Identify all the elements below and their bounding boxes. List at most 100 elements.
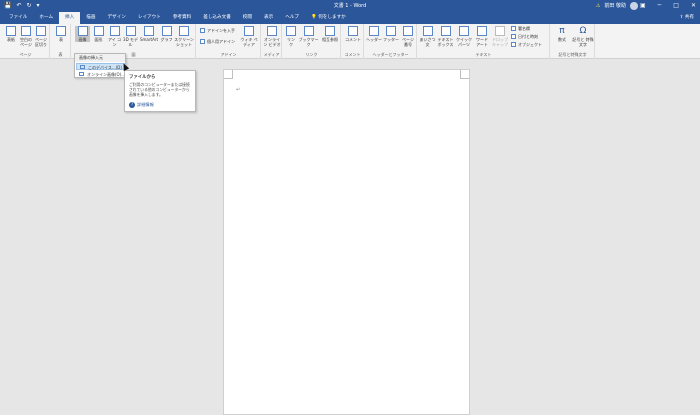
comment-icon (348, 26, 358, 36)
header-button[interactable]: ヘッダー (366, 26, 382, 42)
tab-review[interactable]: 校閲 (237, 12, 258, 24)
tab-help[interactable]: ヘルプ (279, 12, 305, 24)
quick-parts-button[interactable]: クイック パーツ (455, 26, 473, 47)
online-video-button[interactable]: オンライン ビデオ (263, 26, 281, 47)
bookmark-button[interactable]: ブックマーク (298, 26, 319, 47)
shapes-button[interactable]: 図形 (91, 26, 106, 42)
cube-icon (125, 26, 136, 36)
wikipedia-icon (244, 26, 254, 36)
get-addins-button[interactable]: アドインを入手 (200, 28, 235, 34)
camera-icon (179, 26, 189, 36)
greeting-icon (422, 26, 433, 36)
my-addins-button[interactable]: 個人用アドイン (200, 39, 235, 45)
online-picture-icon (79, 72, 84, 76)
group-text: あいさつ 文 テキスト ボックス クイック パーツ ワード アート ドロップ キ… (418, 24, 550, 59)
group-label: コメント (344, 52, 361, 57)
avatar[interactable] (630, 2, 638, 10)
drop-cap-button[interactable]: ドロップ キャップ (491, 26, 509, 47)
tab-insert[interactable]: 挿入 (59, 12, 81, 24)
tab-design[interactable]: デザイン (101, 12, 131, 24)
bookmark-icon (303, 26, 314, 36)
table-button[interactable]: 表 (54, 26, 68, 42)
crop-mark (460, 70, 469, 79)
share-button[interactable]: ⇪ 共有 (679, 14, 694, 20)
calendar-icon (511, 34, 516, 39)
screenshot-button[interactable]: スクリーン ショット (174, 26, 194, 47)
group-links: リン ク ブックマーク 相互参照 リンク (283, 24, 341, 59)
group-symbols: π 数式 Ω 記号と 特殊文字 記号と特殊文字 (551, 24, 595, 59)
shapes-icon (93, 26, 104, 36)
header-icon (369, 26, 379, 36)
icons-button[interactable]: アイ コン (107, 26, 122, 47)
footer-button[interactable]: フッター (383, 26, 399, 42)
user-name: 前田 敬助 (604, 3, 626, 9)
page-number-icon (403, 26, 413, 36)
comment-button[interactable]: コメント (343, 26, 363, 42)
tab-view[interactable]: 表示 (258, 12, 279, 24)
group-header-footer: ヘッダー フッター ページ 番号 ヘッダーとフッター (365, 24, 417, 59)
smartart-icon (144, 26, 154, 36)
wikipedia-button[interactable]: ウィキ ペディア (240, 26, 258, 47)
drop-cap-icon (495, 26, 505, 36)
tab-draw[interactable]: 描画 (80, 12, 101, 24)
text-box-button[interactable]: テキスト ボックス (437, 26, 454, 47)
document-page[interactable]: ↵ (223, 69, 470, 415)
cover-page-button[interactable]: 表紙 (4, 26, 18, 42)
menu-item-online-pictures[interactable]: オンライン画像(O)... (76, 71, 126, 78)
signature-line-button[interactable]: 署名欄 (511, 26, 530, 32)
tell-me-search[interactable]: 💡 何をしますか (305, 12, 352, 24)
blank-page-button[interactable]: 空白の ページ (19, 26, 33, 47)
greeting-button[interactable]: あいさつ 文 (419, 26, 436, 47)
group-label: テキスト (475, 52, 492, 57)
video-icon (267, 26, 277, 36)
group-label: ヘッダーとフッター (372, 52, 409, 57)
tab-home[interactable]: ホーム (33, 12, 59, 24)
page-number-button[interactable]: ページ 番号 (400, 26, 416, 47)
wordart-button[interactable]: ワード アート (474, 26, 490, 47)
equation-button[interactable]: π 数式 (553, 26, 571, 42)
blank-page-icon (21, 26, 31, 36)
wordart-icon (477, 26, 487, 36)
menu-header: 画像の挿入元 (75, 54, 125, 62)
tab-mailings[interactable]: 差し込み文書 (197, 12, 237, 24)
footer-icon (386, 26, 396, 36)
close-button[interactable]: ✕ (691, 2, 696, 10)
3d-models-button[interactable]: 3D モデル (123, 26, 138, 47)
account-area[interactable]: ⚠ 前田 敬助 (596, 2, 638, 10)
warning-icon: ⚠ (595, 3, 601, 9)
page-break-button[interactable]: ページ 区切り (34, 26, 48, 47)
cover-page-icon (6, 26, 16, 36)
tab-layout[interactable]: レイアウト (132, 12, 167, 24)
menu-item-this-device[interactable]: このデバイス...(D) (76, 63, 126, 70)
link-button[interactable]: リン ク (285, 26, 297, 47)
group-addins: アドインを入手 個人用アドイン ウィキ ペディア アドイン (197, 24, 261, 59)
minimize-button[interactable]: ─ (658, 2, 662, 10)
ribbon-tabs: ファイル ホーム 挿入 描画 デザイン レイアウト 参考資料 差し込み文書 校閲… (0, 12, 700, 24)
smartart-button[interactable]: SmartArt (139, 26, 159, 42)
title-bar: 💾 ↶ ↻ ▾ 文書 1 - Word ⚠ 前田 敬助 ▣ ─ □ ✕ (0, 0, 700, 12)
crop-mark (224, 70, 233, 79)
addins-icon (200, 39, 205, 44)
tab-references[interactable]: 参考資料 (167, 12, 197, 24)
group-label: 表 (58, 52, 63, 57)
cross-reference-icon (325, 26, 335, 36)
omega-icon: Ω (579, 26, 587, 36)
computer-icon (80, 65, 85, 69)
cross-reference-button[interactable]: 相互参照 (320, 26, 340, 42)
chart-button[interactable]: グラフ (160, 26, 173, 42)
pictures-button[interactable]: 画像 (75, 26, 90, 42)
object-button[interactable]: オブジェクト (511, 42, 542, 48)
group-comments: コメント コメント (342, 24, 364, 59)
tooltip-more-info-link[interactable]: ? 詳細情報 (129, 102, 154, 108)
link-icon (286, 26, 296, 36)
object-icon (511, 42, 516, 47)
tab-file[interactable]: ファイル (3, 12, 33, 24)
chart-icon (161, 26, 172, 36)
page-break-icon (36, 26, 46, 36)
paragraph-mark: ↵ (236, 87, 241, 93)
ribbon-options-icon[interactable]: ▣ (640, 2, 646, 10)
date-time-button[interactable]: 日付と時刻 (511, 34, 538, 40)
pi-icon: π (559, 26, 565, 36)
maximize-button[interactable]: □ (673, 2, 679, 10)
symbol-button[interactable]: Ω 記号と 特殊文字 (572, 26, 594, 47)
